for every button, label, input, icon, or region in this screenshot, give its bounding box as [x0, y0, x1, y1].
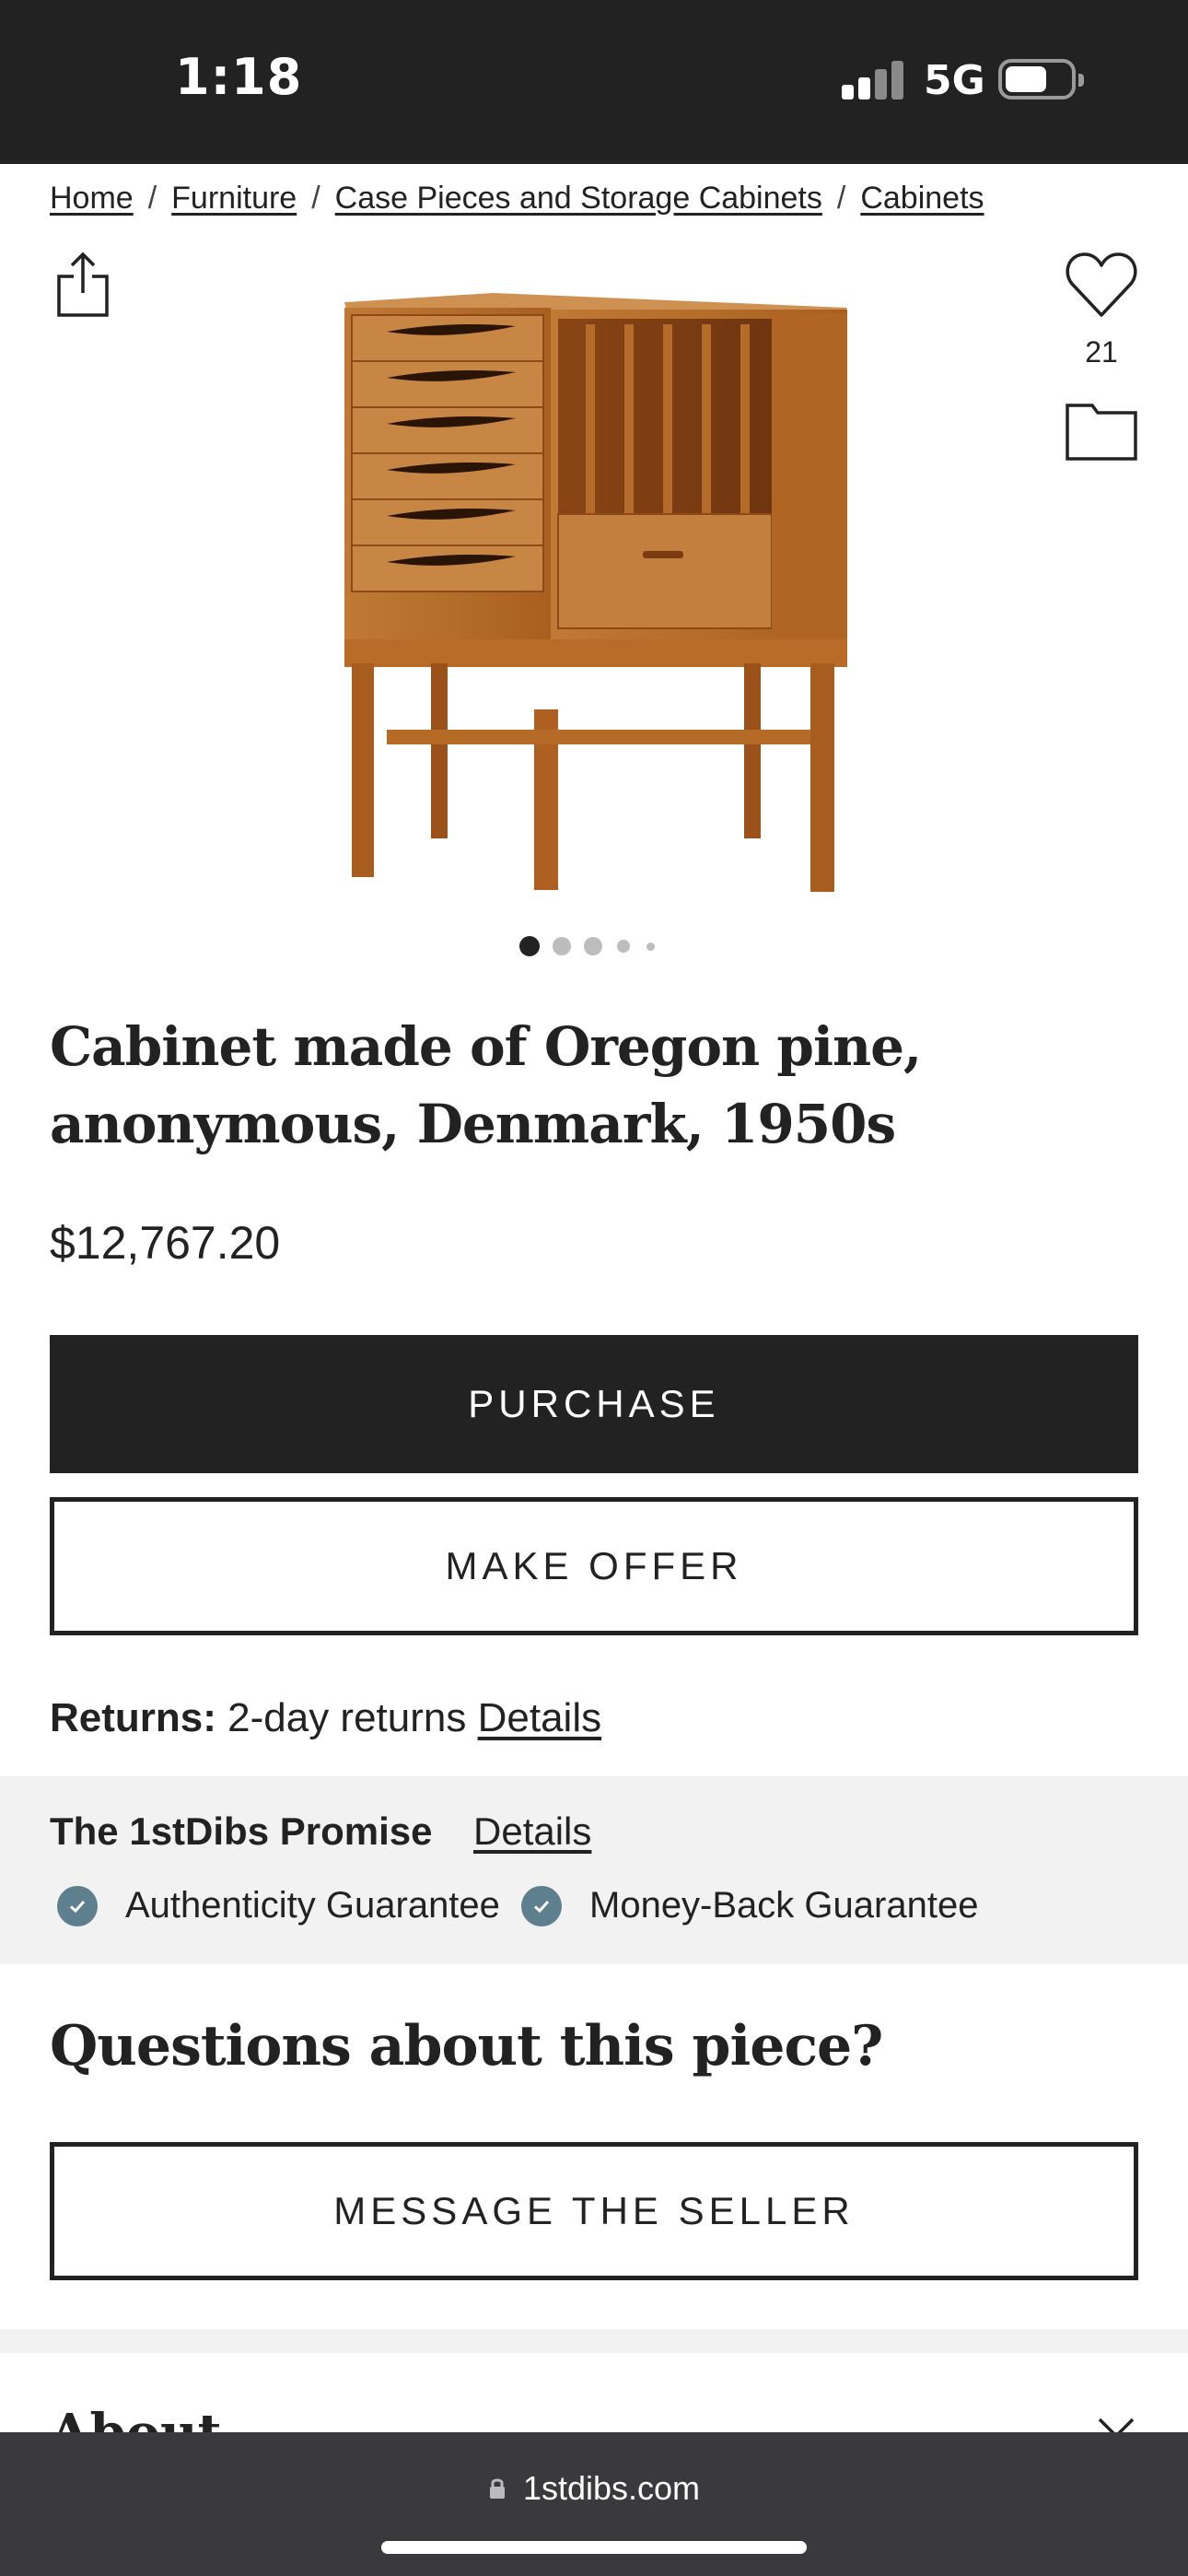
url-field[interactable]: 1stdibs.com	[0, 2469, 1188, 2508]
section-divider	[0, 2329, 1188, 2353]
heart-icon[interactable]	[1065, 249, 1138, 319]
check-icon	[57, 1885, 98, 1926]
product-price: $12,767.20	[50, 1217, 281, 1269]
promise-section: The 1stDibs Promise Details Authenticity…	[0, 1776, 1188, 1964]
returns-details-link[interactable]: Details	[478, 1695, 602, 1740]
url-text: 1stdibs.com	[522, 2469, 701, 2507]
guarantee-label: Authenticity Guarantee	[125, 1885, 500, 1926]
product-title: Cabinet made of Oregon pine, anonymous, …	[50, 1015, 922, 1155]
check-icon	[521, 1885, 562, 1926]
carousel-dot[interactable]	[646, 943, 655, 951]
purchase-button[interactable]: PURCHASE	[50, 1335, 1138, 1473]
folder-icon[interactable]	[1065, 398, 1138, 463]
money-back-guarantee: Money-Back Guarantee	[521, 1885, 978, 1926]
network-type: 5G	[924, 57, 985, 104]
promise-title: The 1stDibs Promise	[50, 1809, 433, 1853]
questions-heading: Questions about this piece?	[50, 2014, 883, 2078]
browser-url-bar: 1stdibs.com	[0, 2432, 1188, 2576]
returns-label: Returns:	[50, 1695, 216, 1740]
make-offer-button[interactable]: MAKE OFFER	[50, 1497, 1138, 1635]
carousel-dot[interactable]	[553, 937, 571, 955]
breadcrumb-separator: /	[311, 181, 320, 216]
share-icon[interactable]	[53, 251, 112, 319]
product-image[interactable]	[332, 276, 856, 896]
carousel-dots	[518, 934, 674, 958]
authenticity-guarantee: Authenticity Guarantee	[57, 1885, 500, 1926]
guarantee-label: Money-Back Guarantee	[589, 1885, 979, 1926]
breadcrumb-furniture[interactable]: Furniture	[171, 181, 297, 216]
promise-details-link[interactable]: Details	[473, 1809, 591, 1854]
status-time: 1:18	[175, 48, 303, 106]
carousel-dot-active[interactable]	[519, 936, 540, 956]
breadcrumb-case-pieces[interactable]: Case Pieces and Storage Cabinets	[335, 181, 822, 216]
breadcrumb-separator: /	[836, 181, 846, 216]
signal-icon	[842, 59, 904, 100]
battery-icon	[998, 59, 1084, 100]
carousel-dot[interactable]	[584, 937, 602, 955]
favorite-count: 21	[1085, 335, 1118, 369]
carousel-dot[interactable]	[617, 940, 630, 953]
breadcrumb-separator: /	[147, 181, 157, 216]
status-bar: 1:18 5G	[0, 0, 1188, 164]
returns-text: 2-day returns	[227, 1695, 467, 1740]
message-seller-button[interactable]: MESSAGE THE SELLER	[50, 2142, 1138, 2280]
returns-info: Returns: 2-day returns Details	[50, 1695, 601, 1741]
lock-icon	[489, 2478, 505, 2499]
home-indicator[interactable]	[381, 2541, 807, 2554]
breadcrumb: Home / Furniture / Case Pieces and Storage C…	[50, 181, 984, 217]
breadcrumb-cabinets[interactable]: Cabinets	[860, 181, 984, 216]
breadcrumb-home[interactable]: Home	[50, 181, 134, 216]
